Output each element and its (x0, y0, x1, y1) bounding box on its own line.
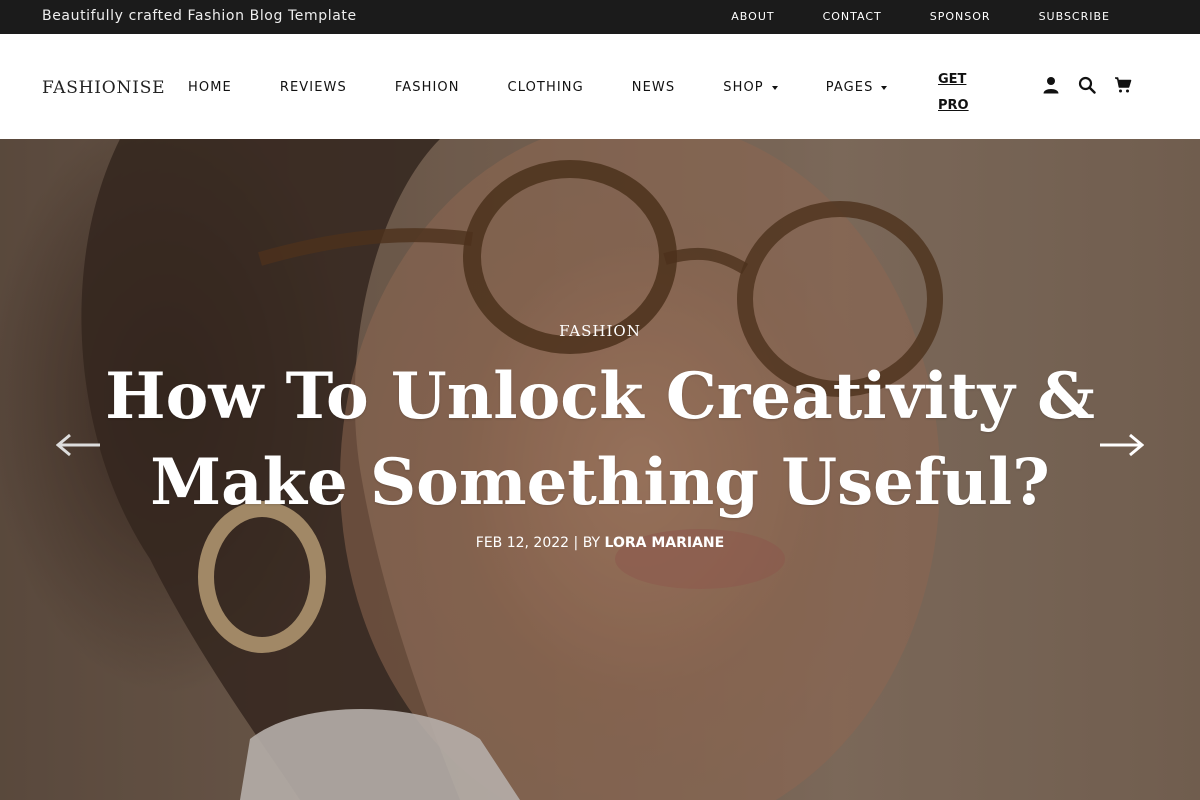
meta-separator: | (573, 535, 579, 551)
main-nav: HOME REVIEWS FASHION CLOTHING NEWS SHOP … (188, 80, 935, 95)
post-meta: FEB 12, 2022 | BY LORA MARIANE (0, 535, 1200, 551)
nav-pages[interactable]: PAGES (826, 80, 888, 95)
hero-slider: FASHION How To Unlock Creativity & Make … (0, 139, 1200, 800)
nav-home[interactable]: HOME (188, 80, 232, 95)
get-pro-link[interactable]: GET PRO (938, 67, 978, 119)
slider-prev-button[interactable] (56, 433, 102, 457)
post-category[interactable]: FASHION (0, 322, 1200, 340)
site-tagline: Beautifully crafted Fashion Blog Templat… (42, 8, 357, 24)
header-icons (1042, 76, 1132, 94)
get-pro-line2: PRO (938, 98, 969, 113)
nav-shop[interactable]: SHOP (723, 80, 778, 95)
post-date: FEB 12, 2022 (475, 535, 570, 551)
top-bar: Beautifully crafted Fashion Blog Templat… (0, 0, 1200, 34)
nav-home-label: HOME (188, 80, 232, 95)
search-icon[interactable] (1078, 76, 1096, 94)
arrow-right-icon (1100, 433, 1144, 457)
nav-fashion-label: FASHION (394, 80, 460, 95)
nav-shop-label: SHOP (723, 80, 764, 95)
nav-clothing-label: CLOTHING (507, 80, 584, 95)
cart-icon[interactable] (1114, 76, 1132, 94)
caret-down-icon (881, 85, 888, 90)
post-title[interactable]: How To Unlock Creativity & Make Somethin… (100, 354, 1100, 526)
user-icon[interactable] (1042, 76, 1060, 94)
nav-news-label: NEWS (631, 80, 676, 95)
main-header: FASHIONISE HOME REVIEWS FASHION CLOTHING… (0, 34, 1200, 139)
nav-clothing[interactable]: CLOTHING (508, 80, 584, 95)
top-links: ABOUT CONTACT SPONSOR SUBSCRIBE (731, 10, 1110, 23)
site-logo[interactable]: FASHIONISE (42, 78, 165, 98)
top-link-subscribe[interactable]: SUBSCRIBE (1039, 10, 1110, 23)
slider-next-button[interactable] (1098, 433, 1144, 457)
nav-pages-label: PAGES (825, 80, 874, 95)
top-link-contact[interactable]: CONTACT (823, 10, 882, 23)
post-author[interactable]: LORA MARIANE (605, 535, 725, 551)
nav-reviews-label: REVIEWS (279, 80, 347, 95)
nav-reviews[interactable]: REVIEWS (280, 80, 347, 95)
get-pro-line1: GET (938, 72, 967, 87)
nav-fashion[interactable]: FASHION (395, 80, 460, 95)
nav-news[interactable]: NEWS (632, 80, 675, 95)
arrow-left-icon (56, 433, 100, 457)
top-link-about[interactable]: ABOUT (731, 10, 774, 23)
post-by: BY (582, 535, 601, 551)
top-link-sponsor[interactable]: SPONSOR (930, 10, 991, 23)
caret-down-icon (771, 85, 778, 90)
